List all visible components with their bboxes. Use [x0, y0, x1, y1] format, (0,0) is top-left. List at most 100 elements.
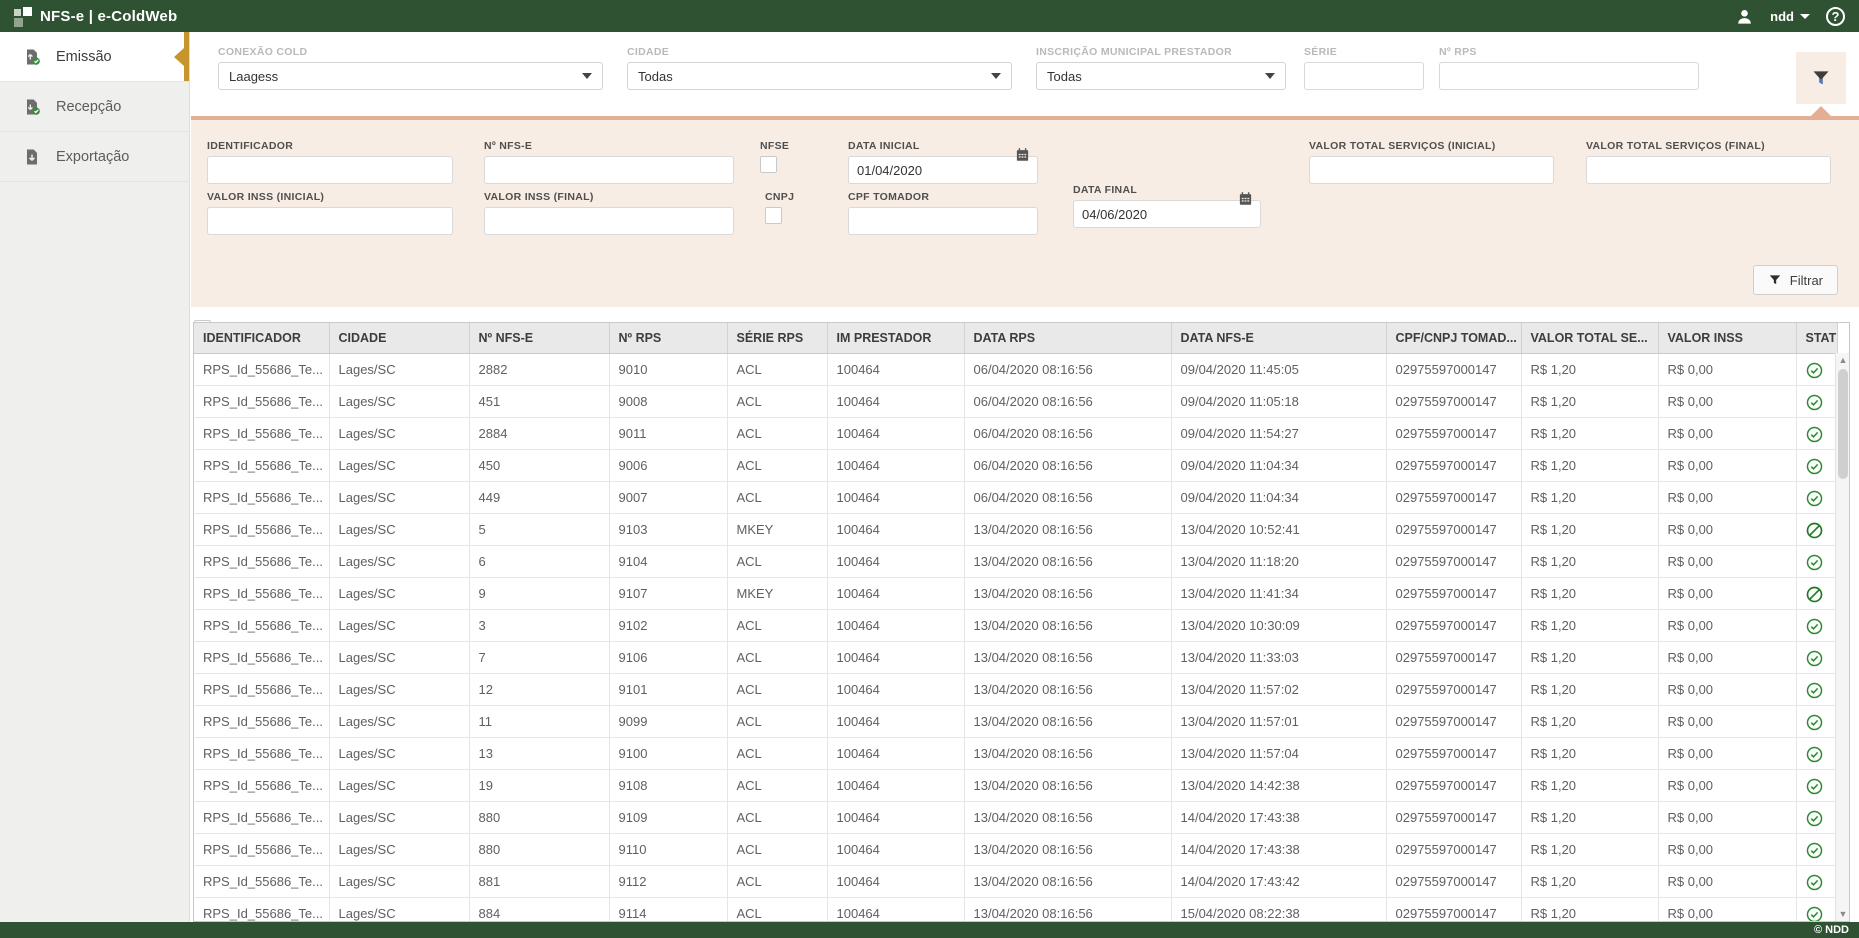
data-final-input[interactable]: [1073, 200, 1261, 228]
cell-cpf-cnpj: 02975597000147: [1386, 513, 1521, 545]
check-circle-icon: [1806, 554, 1823, 571]
col-header-data-rps[interactable]: DATA RPS: [964, 323, 1171, 353]
table-row[interactable]: RPS_Id_55686_Te... Lages/SC 9 9107 MKEY …: [194, 577, 1837, 609]
cell-cpf-cnpj: 02975597000147: [1386, 737, 1521, 769]
table-row[interactable]: RPS_Id_55686_Te... Lages/SC 13 9100 ACL …: [194, 737, 1837, 769]
col-header-nfse[interactable]: Nº NFS-E: [469, 323, 609, 353]
col-header-im-prestador[interactable]: IM PRESTADOR: [827, 323, 964, 353]
cell-identificador: RPS_Id_55686_Te...: [194, 513, 329, 545]
cell-serie: ACL: [727, 609, 827, 641]
valor-total-inicial-input[interactable]: [1309, 156, 1554, 184]
cell-data-nfse: 09/04/2020 11:05:18: [1171, 385, 1386, 417]
col-header-cidade[interactable]: CIDADE: [329, 323, 469, 353]
table-row[interactable]: RPS_Id_55686_Te... Lages/SC 449 9007 ACL…: [194, 481, 1837, 513]
app-title: NFS-e | e-ColdWeb: [40, 8, 177, 25]
table-row[interactable]: RPS_Id_55686_Te... Lages/SC 11 9099 ACL …: [194, 705, 1837, 737]
nfse-checkbox[interactable]: [760, 156, 777, 173]
data-inicial-input[interactable]: [848, 156, 1038, 184]
cell-valor-total: R$ 1,20: [1521, 641, 1658, 673]
cell-rps: 9110: [609, 833, 727, 865]
table-row[interactable]: RPS_Id_55686_Te... Lages/SC 7 9106 ACL 1…: [194, 641, 1837, 673]
funnel-icon: [1768, 273, 1782, 287]
col-header-status[interactable]: STATUS: [1796, 323, 1837, 353]
cell-data-rps: 13/04/2020 08:16:56: [964, 897, 1171, 922]
table-row[interactable]: RPS_Id_55686_Te... Lages/SC 3 9102 ACL 1…: [194, 609, 1837, 641]
col-header-serie-rps[interactable]: SÉRIE RPS: [727, 323, 827, 353]
col-header-identificador[interactable]: IDENTIFICADOR: [194, 323, 329, 353]
sidebar-item-recepcao[interactable]: Recepção: [0, 82, 189, 132]
sidebar-item-exportacao[interactable]: Exportação: [0, 132, 189, 182]
cell-rps: 9011: [609, 417, 727, 449]
cnpj-checkbox[interactable]: [765, 207, 782, 224]
n-rps-input[interactable]: [1439, 62, 1699, 90]
col-header-valor-total[interactable]: VALOR TOTAL SE...: [1521, 323, 1658, 353]
filter-toggle-button[interactable]: [1796, 52, 1846, 104]
table-row[interactable]: RPS_Id_55686_Te... Lages/SC 5 9103 MKEY …: [194, 513, 1837, 545]
conexao-cold-select[interactable]: Laagess: [218, 62, 603, 90]
cell-nfse: 11: [469, 705, 609, 737]
filtrar-button[interactable]: Filtrar: [1753, 265, 1838, 295]
cell-nfse: 7: [469, 641, 609, 673]
scroll-down-icon[interactable]: ▼: [1836, 907, 1850, 921]
table-row[interactable]: RPS_Id_55686_Te... Lages/SC 12 9101 ACL …: [194, 673, 1837, 705]
status-icon: [1796, 833, 1837, 865]
cell-valor-inss: R$ 0,00: [1658, 417, 1796, 449]
user-menu[interactable]: ndd: [1770, 9, 1810, 24]
filter-panel: IDENTIFICADOR Nº NFS-E NFSE DATA INICIAL…: [191, 116, 1859, 307]
table-row[interactable]: RPS_Id_55686_Te... Lages/SC 450 9006 ACL…: [194, 449, 1837, 481]
table-row[interactable]: RPS_Id_55686_Te... Lages/SC 2884 9011 AC…: [194, 417, 1837, 449]
table-row[interactable]: RPS_Id_55686_Te... Lages/SC 6 9104 ACL 1…: [194, 545, 1837, 577]
table-row[interactable]: RPS_Id_55686_Te... Lages/SC 881 9112 ACL…: [194, 865, 1837, 897]
cell-nfse: 13: [469, 737, 609, 769]
cell-cpf-cnpj: 02975597000147: [1386, 417, 1521, 449]
cell-nfse: 2882: [469, 353, 609, 385]
cell-data-rps: 13/04/2020 08:16:56: [964, 769, 1171, 801]
cell-im-prestador: 100464: [827, 673, 964, 705]
col-header-cpf-cnpj[interactable]: CPF/CNPJ TOMAD...: [1386, 323, 1521, 353]
valor-inss-inicial-input[interactable]: [207, 207, 453, 235]
cell-valor-total: R$ 1,20: [1521, 481, 1658, 513]
inscricao-select[interactable]: Todas: [1036, 62, 1286, 90]
cell-serie: ACL: [727, 801, 827, 833]
cell-cpf-cnpj: 02975597000147: [1386, 801, 1521, 833]
table-row[interactable]: RPS_Id_55686_Te... Lages/SC 880 9110 ACL…: [194, 833, 1837, 865]
valor-inss-final-input[interactable]: [484, 207, 734, 235]
cell-im-prestador: 100464: [827, 481, 964, 513]
cidade-select[interactable]: Todas: [627, 62, 1012, 90]
cell-cidade: Lages/SC: [329, 481, 469, 513]
col-header-rps[interactable]: Nº RPS: [609, 323, 727, 353]
identificador-input[interactable]: [207, 156, 453, 184]
table-row[interactable]: RPS_Id_55686_Te... Lages/SC 884 9114 ACL…: [194, 897, 1837, 922]
cell-valor-inss: R$ 0,00: [1658, 673, 1796, 705]
footer-bar: © NDD: [0, 922, 1859, 938]
table-scrollbar[interactable]: ▲ ▼: [1835, 353, 1849, 921]
help-icon[interactable]: ?: [1826, 7, 1845, 26]
cell-serie: ACL: [727, 417, 827, 449]
cell-im-prestador: 100464: [827, 865, 964, 897]
cell-identificador: RPS_Id_55686_Te...: [194, 449, 329, 481]
serie-input[interactable]: [1304, 62, 1424, 90]
table-row[interactable]: RPS_Id_55686_Te... Lages/SC 451 9008 ACL…: [194, 385, 1837, 417]
cpf-tomador-input[interactable]: [848, 207, 1038, 235]
n-nfse-input[interactable]: [484, 156, 734, 184]
cell-cpf-cnpj: 02975597000147: [1386, 609, 1521, 641]
cell-data-rps: 13/04/2020 08:16:56: [964, 865, 1171, 897]
cell-valor-inss: R$ 0,00: [1658, 865, 1796, 897]
table-row[interactable]: RPS_Id_55686_Te... Lages/SC 19 9108 ACL …: [194, 769, 1837, 801]
valor-total-final-input[interactable]: [1586, 156, 1831, 184]
cell-cidade: Lages/SC: [329, 641, 469, 673]
sidebar-item-label: Recepção: [56, 99, 121, 115]
cell-data-nfse: 14/04/2020 17:43:38: [1171, 801, 1386, 833]
cell-cidade: Lages/SC: [329, 737, 469, 769]
scroll-up-icon[interactable]: ▲: [1836, 353, 1850, 367]
cell-serie: ACL: [727, 641, 827, 673]
col-header-valor-inss[interactable]: VALOR INSS: [1658, 323, 1796, 353]
cancelled-circle-icon: [1806, 522, 1823, 539]
table-row[interactable]: RPS_Id_55686_Te... Lages/SC 2882 9010 AC…: [194, 353, 1837, 385]
scrollbar-thumb[interactable]: [1838, 369, 1848, 479]
table-row[interactable]: RPS_Id_55686_Te... Lages/SC 880 9109 ACL…: [194, 801, 1837, 833]
cell-valor-total: R$ 1,20: [1521, 353, 1658, 385]
col-header-data-nfse[interactable]: DATA NFS-E: [1171, 323, 1386, 353]
cell-cpf-cnpj: 02975597000147: [1386, 449, 1521, 481]
sidebar-item-emissao[interactable]: Emissão: [0, 32, 189, 82]
